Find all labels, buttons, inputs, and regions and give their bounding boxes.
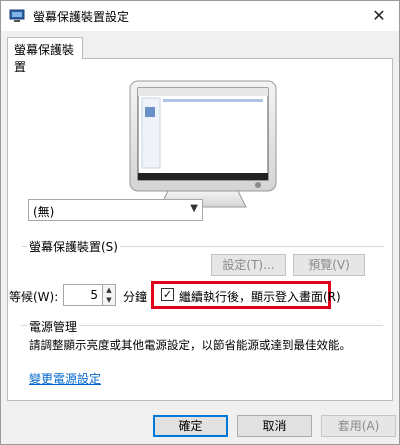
settings-button[interactable]: 設定(T)... xyxy=(211,254,286,276)
wait-minutes-value: 5 xyxy=(90,288,98,302)
screensaver-app-icon xyxy=(9,9,25,22)
screensaver-settings-dialog: 螢幕保護裝置設定 ✕ 螢幕保護裝置 螢幕保護裝置(S) (無) ▼ 設定(T).… xyxy=(0,0,400,445)
close-button[interactable]: ✕ xyxy=(359,1,399,31)
chevron-down-icon[interactable]: ▼ xyxy=(103,295,115,305)
power-description: 請調整顯示亮度或其他電源設定，以節省能源或達到最佳效能。 xyxy=(29,338,351,352)
wait-label: 等候(W): xyxy=(9,290,59,304)
apply-button[interactable]: 套用(A) xyxy=(321,415,396,437)
wait-minutes-stepper[interactable]: ▲ ▼ xyxy=(102,284,116,306)
screensaver-group-label: 螢幕保護裝置(S) xyxy=(27,238,120,255)
change-power-settings-link[interactable]: 變更電源設定 xyxy=(29,370,101,387)
chevron-down-icon: ▼ xyxy=(190,203,198,214)
preview-button[interactable]: 預覽(V) xyxy=(293,254,365,276)
wait-minutes-input[interactable]: 5 xyxy=(63,284,103,306)
chevron-up-icon[interactable]: ▲ xyxy=(103,285,115,295)
resume-checkbox[interactable]: ✓ xyxy=(161,288,174,301)
cancel-button[interactable]: 取消 xyxy=(237,415,312,437)
screensaver-select[interactable]: (無) ▼ xyxy=(28,199,203,221)
power-group-label: 電源管理 xyxy=(27,318,80,335)
ok-button[interactable]: 確定 xyxy=(153,415,228,437)
screensaver-select-value: (無) xyxy=(33,205,55,219)
resume-checkbox-label[interactable]: 繼續執行後，顯示登入畫面(R) xyxy=(179,288,341,305)
title-bar: 螢幕保護裝置設定 ✕ xyxy=(1,1,399,31)
window-title: 螢幕保護裝置設定 xyxy=(33,10,130,24)
monitor-preview-icon xyxy=(129,80,277,208)
tab-screensaver[interactable]: 螢幕保護裝置 xyxy=(7,37,83,74)
minutes-label: 分鐘 xyxy=(123,290,148,304)
